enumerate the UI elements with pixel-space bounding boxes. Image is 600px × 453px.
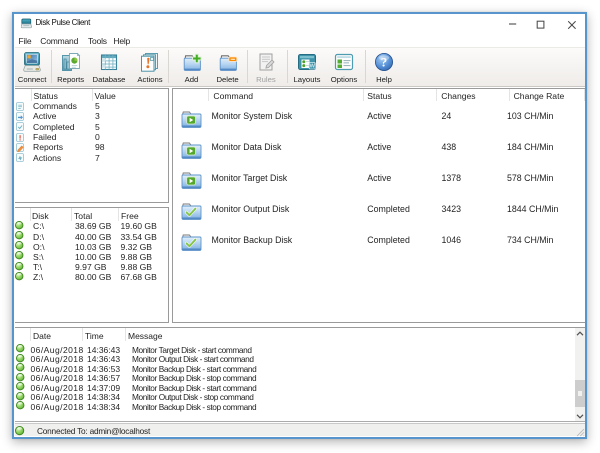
svg-text:?: ? [381, 55, 388, 70]
svg-text:W: W [310, 64, 316, 70]
